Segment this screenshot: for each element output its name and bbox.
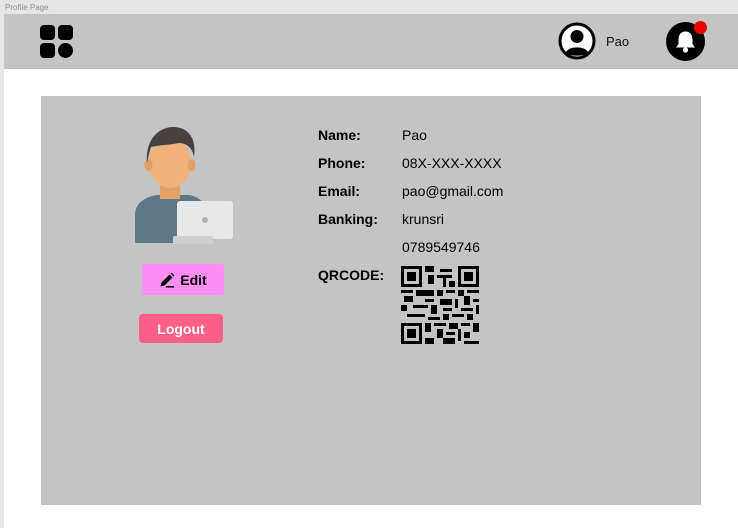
logout-button-label: Logout	[157, 320, 205, 337]
banking-label: Banking:	[318, 211, 378, 227]
user-avatar-icon[interactable]	[558, 22, 596, 60]
notification-badge	[694, 21, 707, 34]
profile-avatar-illustration	[133, 123, 239, 245]
user-name[interactable]: Pao	[606, 34, 629, 49]
window-title: Profile Page	[5, 3, 49, 12]
top-bar: Pao	[4, 14, 738, 69]
qr-code-icon	[401, 266, 479, 344]
name-label: Name:	[318, 127, 361, 143]
profile-page: Pao Edit Logout Name: Pao Phone: 08X-XXX…	[4, 14, 738, 528]
qrcode-label: QRCODE:	[318, 267, 385, 283]
phone-value: 08X-XXX-XXXX	[402, 155, 502, 171]
banking-account: 0789549746	[402, 239, 480, 255]
phone-label: Phone:	[318, 155, 366, 171]
logout-button[interactable]: Logout	[139, 314, 223, 343]
pencil-icon	[160, 272, 175, 288]
edit-button-label: Edit	[180, 271, 207, 288]
email-value: pao@gmail.com	[402, 183, 504, 199]
name-value: Pao	[402, 127, 427, 143]
banking-bank: krunsri	[402, 211, 445, 227]
grid-menu-icon[interactable]	[40, 25, 74, 59]
profile-card: Edit Logout Name: Pao Phone: 08X-XXX-XXX…	[41, 96, 701, 505]
email-label: Email:	[318, 183, 361, 199]
edit-button[interactable]: Edit	[142, 264, 224, 295]
